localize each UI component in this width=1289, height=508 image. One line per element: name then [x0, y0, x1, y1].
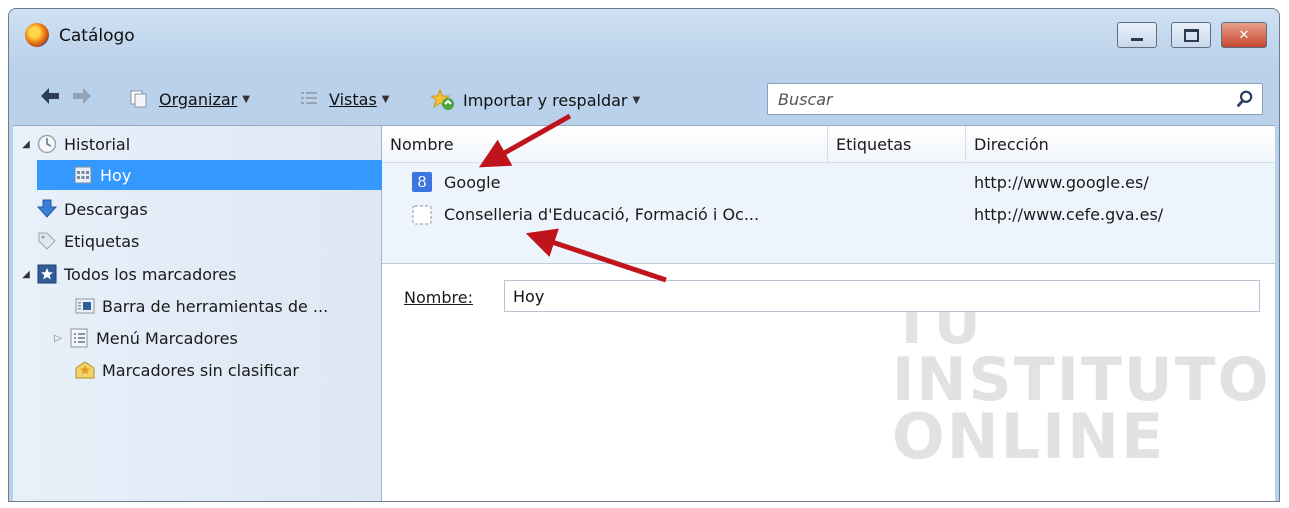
sidebar-item-label: Todos los marcadores	[64, 264, 237, 284]
details-panel: TU INSTITUTO ONLINE Nombre:	[382, 264, 1275, 501]
svg-text:8: 8	[417, 173, 427, 191]
row-url: http://www.google.es/	[974, 172, 1149, 192]
close-button[interactable]: ✕	[1221, 22, 1267, 48]
bookmark-list: 8 Google http://www.google.es/ Conseller…	[382, 163, 1275, 264]
sidebar-item-label: Barra de herramientas de ...	[102, 296, 329, 316]
main-pane: Nombre Etiquetas Dirección 8 Google http…	[382, 126, 1275, 501]
column-label: Etiquetas	[836, 135, 912, 154]
back-button[interactable]	[39, 85, 61, 113]
minimize-button[interactable]	[1117, 22, 1157, 48]
firefox-icon	[25, 23, 49, 47]
row-name: Conselleria d'Educació, Formació i Oc...	[444, 204, 760, 224]
sidebar-item-menu-marcadores[interactable]: ▷ Menú Marcadores	[51, 323, 238, 353]
import-backup-label: Importar y respaldar	[463, 90, 628, 110]
table-row[interactable]: Conselleria d'Educació, Formació i Oc...…	[382, 199, 1275, 229]
title-bar: Catálogo ✕	[9, 9, 1279, 71]
window-title: Catálogo	[59, 26, 135, 46]
name-field[interactable]	[504, 280, 1260, 312]
tu-instituto-online-watermark: TU INSTITUTO ONLINE	[892, 294, 1271, 468]
sidebar-item-label: Marcadores sin clasificar	[102, 360, 299, 380]
content-area: ◢ Historial Hoy Descargas Etiquetas ◢ To…	[13, 125, 1275, 501]
sidebar-item-todos-marcadores[interactable]: ◢ Todos los marcadores	[19, 259, 236, 289]
row-url: http://www.cefe.gva.es/	[974, 204, 1164, 224]
column-name[interactable]: Nombre	[382, 126, 828, 162]
column-header: Nombre Etiquetas Dirección	[382, 126, 1275, 163]
sidebar-item-hoy[interactable]: Hoy	[37, 160, 382, 190]
table-row[interactable]: 8 Google http://www.google.es/	[382, 167, 1275, 197]
menu-list-icon	[70, 328, 88, 348]
expanded-triangle-icon[interactable]: ◢	[19, 139, 33, 150]
arrow-left-icon	[41, 88, 59, 104]
name-label-text: Nombre:	[404, 288, 473, 307]
organize-menu[interactable]: Organizar ▼	[129, 89, 250, 109]
close-icon: ✕	[1238, 27, 1250, 43]
sidebar-item-descargas[interactable]: Descargas	[33, 194, 148, 224]
google-favicon: 8	[412, 172, 432, 192]
sidebar-item-historial[interactable]: ◢ Historial	[19, 129, 130, 159]
minimize-icon	[1131, 37, 1143, 41]
toolbar: Organizar ▼ Vistas ▼ Importar y respaldar ▼	[9, 73, 1279, 125]
chevron-down-icon: ▼	[381, 93, 390, 105]
sidebar: ◢ Historial Hoy Descargas Etiquetas ◢ To…	[13, 126, 382, 501]
search-input[interactable]	[776, 89, 1220, 110]
views-menu[interactable]: Vistas ▼	[299, 89, 390, 109]
chevron-down-icon: ▼	[632, 94, 641, 106]
column-address[interactable]: Dirección	[966, 126, 1275, 162]
calendar-icon	[74, 166, 92, 184]
organize-icon	[130, 90, 147, 108]
sidebar-item-label: Historial	[64, 134, 131, 154]
sidebar-item-etiquetas[interactable]: Etiquetas	[33, 226, 139, 256]
views-label: Vistas	[329, 89, 377, 109]
tag-icon	[38, 232, 56, 250]
sidebar-item-label: Etiquetas	[64, 231, 140, 251]
column-label: Dirección	[974, 135, 1049, 154]
maximize-icon	[1183, 28, 1199, 42]
sidebar-item-barra-herramientas[interactable]: Barra de herramientas de ...	[71, 291, 328, 321]
blank-page-icon	[412, 205, 432, 225]
clock-icon	[37, 134, 57, 154]
search-icon[interactable]	[1236, 89, 1254, 109]
row-name: Google	[444, 172, 501, 192]
sidebar-item-label: Menú Marcadores	[96, 328, 238, 348]
sidebar-item-label: Hoy	[100, 165, 132, 185]
organize-label: Organizar	[159, 89, 238, 109]
import-star-icon	[431, 89, 454, 110]
maximize-button[interactable]	[1171, 22, 1211, 48]
watermark-line: ONLINE	[892, 400, 1166, 473]
sidebar-item-label: Descargas	[64, 199, 148, 219]
library-window: Catálogo ✕ Organizar ▼ Vistas ▼ Importar y…	[8, 8, 1280, 502]
expanded-triangle-icon[interactable]: ◢	[19, 269, 33, 280]
views-icon	[301, 92, 317, 104]
sidebar-item-sin-clasificar[interactable]: Marcadores sin clasificar	[71, 355, 299, 385]
collapsed-triangle-icon[interactable]: ▷	[51, 333, 65, 344]
chevron-down-icon: ▼	[242, 93, 250, 105]
search-box[interactable]	[767, 83, 1263, 115]
column-tags[interactable]: Etiquetas	[828, 126, 966, 162]
download-icon	[37, 199, 57, 218]
arrow-right-icon	[73, 88, 91, 104]
column-label: Nombre	[390, 135, 454, 154]
name-field-label: Nombre:	[404, 288, 473, 307]
toolbar-icon	[75, 298, 95, 314]
unsorted-bookmarks-icon	[75, 361, 95, 379]
bookmarks-star-icon	[37, 264, 57, 284]
import-backup-menu[interactable]: Importar y respaldar ▼	[431, 89, 640, 111]
forward-button[interactable]	[71, 85, 93, 113]
